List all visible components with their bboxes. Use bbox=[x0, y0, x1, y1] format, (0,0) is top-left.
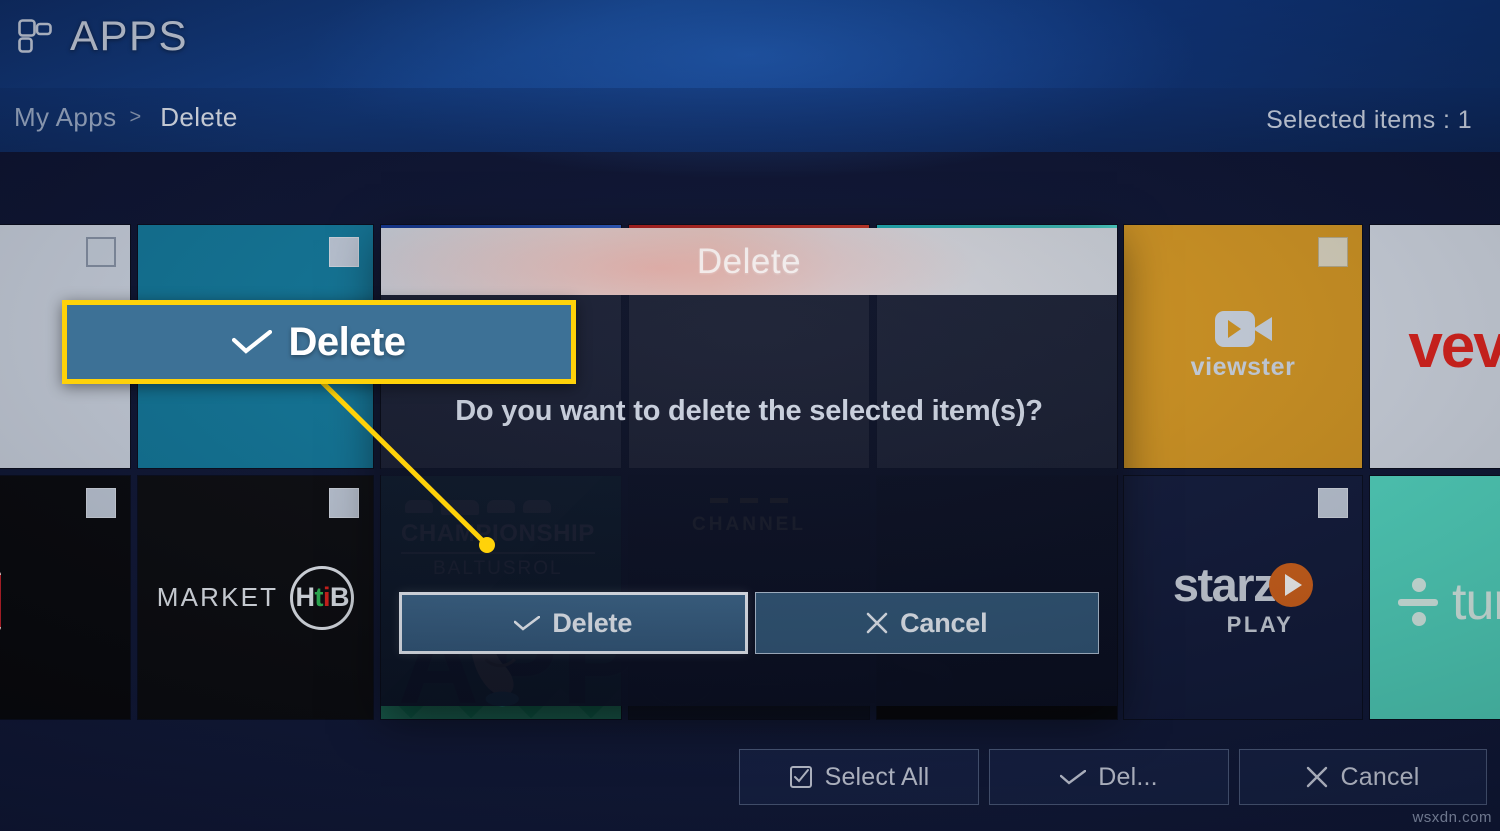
x-icon bbox=[1307, 766, 1328, 788]
delete-button[interactable]: Del... bbox=[989, 749, 1229, 805]
delete-label: Del... bbox=[1098, 762, 1158, 791]
app-tile-starz-play[interactable]: starz PLAY bbox=[1124, 476, 1362, 719]
breadcrumb-item-my-apps[interactable]: My Apps bbox=[14, 102, 117, 133]
vevo-logo: vevo bbox=[1370, 225, 1500, 468]
tile-checkbox[interactable] bbox=[86, 237, 116, 267]
check-icon bbox=[232, 330, 273, 354]
app-tile-tunein[interactable]: tun bbox=[1370, 476, 1500, 719]
app-tile-market-hub[interactable]: MARKET HtiB bbox=[138, 476, 373, 719]
check-icon bbox=[514, 615, 541, 631]
bottom-action-bar: Select All Del... Cancel bbox=[739, 749, 1487, 805]
tunein-mark-icon bbox=[1398, 578, 1438, 626]
vevo-label: vevo bbox=[1408, 312, 1500, 381]
tile-checkbox[interactable] bbox=[86, 488, 116, 518]
dialog-actions: Delete Cancel bbox=[399, 592, 1099, 654]
viewster-camera-icon bbox=[1215, 311, 1272, 347]
app-tile-viewster[interactable]: viewster bbox=[1124, 225, 1362, 468]
dialog-message: Do you want to delete the selected item(… bbox=[455, 395, 1043, 427]
breadcrumb: My Apps > Delete bbox=[14, 102, 238, 133]
app-tile-mlb-tv[interactable]: .TV bbox=[0, 476, 130, 719]
tile-checkbox[interactable] bbox=[329, 488, 359, 518]
chevron-right-icon: > bbox=[129, 106, 142, 128]
dialog-delete-button[interactable]: Delete bbox=[399, 592, 748, 654]
breadcrumb-item-delete: Delete bbox=[160, 102, 238, 132]
tv-apps-screen: viewster vevo .TV MARKET HtiB bbox=[0, 0, 1500, 831]
dialog-title: Delete bbox=[696, 241, 802, 281]
viewster-label: viewster bbox=[1190, 353, 1296, 381]
selected-items-count: Selected items : 1 bbox=[1266, 106, 1472, 134]
annotation-callout-label: Delete bbox=[288, 319, 406, 364]
app-tile-vevo[interactable]: vevo bbox=[1370, 225, 1500, 468]
tile-checkbox[interactable] bbox=[1318, 488, 1348, 518]
select-all-label: Select All bbox=[824, 762, 930, 791]
cancel-label: Cancel bbox=[1340, 762, 1420, 791]
breadcrumb-row: My Apps > Delete Selected items : 1 bbox=[0, 92, 1500, 148]
starz-sublabel: PLAY bbox=[1226, 612, 1294, 637]
market-hub-label: MARKET bbox=[156, 582, 279, 612]
tunein-logo: tun bbox=[1398, 572, 1500, 632]
tile-checkbox[interactable] bbox=[1318, 237, 1348, 267]
tunein-label: tun bbox=[1452, 573, 1500, 631]
dialog-header: Delete bbox=[381, 228, 1117, 295]
annotation-callout: Delete bbox=[62, 300, 576, 384]
cancel-button[interactable]: Cancel bbox=[1239, 749, 1487, 805]
check-icon bbox=[1060, 769, 1087, 785]
mlb-logo: .TV bbox=[0, 570, 1, 632]
starz-play-icon bbox=[1269, 562, 1314, 607]
dialog-cancel-label: Cancel bbox=[900, 607, 988, 638]
starz-label: starz bbox=[1172, 558, 1277, 611]
x-icon bbox=[866, 612, 888, 634]
page-title-label: APPS bbox=[70, 12, 189, 59]
checkbox-checked-icon bbox=[789, 766, 812, 788]
apps-grid-icon bbox=[18, 19, 52, 53]
market-hub-circle-icon: HtiB bbox=[290, 565, 355, 630]
dialog-delete-label: Delete bbox=[552, 607, 633, 638]
page-title: APPS bbox=[18, 12, 188, 60]
select-all-button[interactable]: Select All bbox=[739, 749, 979, 805]
tile-checkbox[interactable] bbox=[329, 237, 359, 267]
page-header: APPS bbox=[0, 0, 1500, 88]
dialog-cancel-button[interactable]: Cancel bbox=[754, 592, 1099, 654]
corner-watermark: wsxdn.com bbox=[1412, 809, 1492, 826]
